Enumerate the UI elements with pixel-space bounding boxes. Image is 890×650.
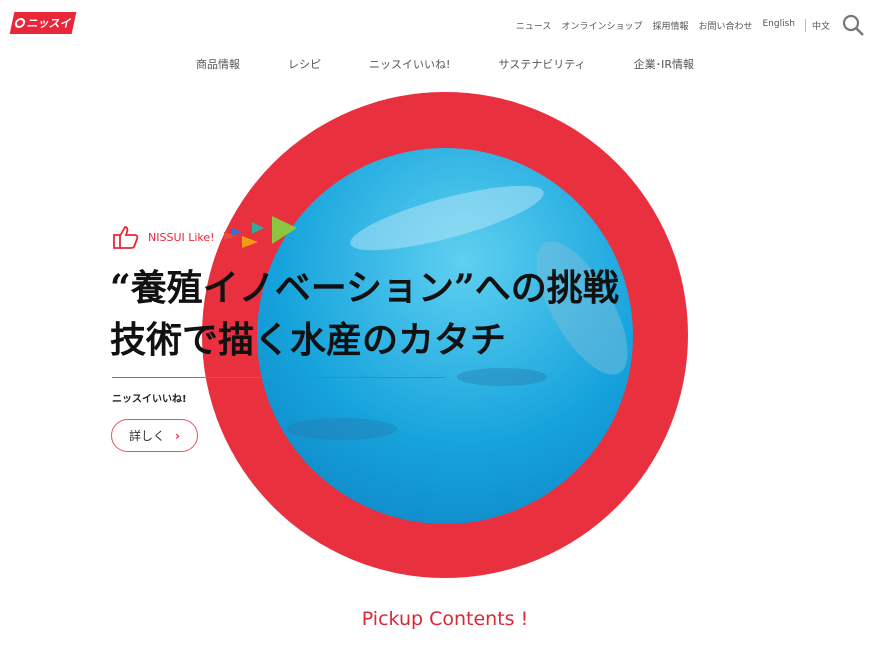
logo-text: ニッスイ bbox=[26, 17, 73, 30]
nav-recipes[interactable]: レシピ bbox=[288, 56, 321, 72]
nav-nissui-like[interactable]: ニッスイいいね! bbox=[369, 56, 450, 72]
fish-decoration-icon bbox=[224, 216, 297, 248]
thumbs-up-icon bbox=[113, 226, 139, 249]
util-news[interactable]: ニュース bbox=[516, 19, 552, 32]
hero-title-line2: 技術で描く水産のカタチ bbox=[110, 319, 507, 361]
nav-corporate-ir[interactable]: 企業･IR情報 bbox=[634, 56, 694, 72]
nav-products[interactable]: 商品情報 bbox=[196, 56, 240, 72]
search-icon[interactable] bbox=[842, 14, 864, 36]
util-english[interactable]: English bbox=[762, 19, 795, 32]
logo-mark-icon bbox=[13, 18, 26, 28]
chevron-right-icon: › bbox=[175, 428, 180, 443]
nissui-logo[interactable]: ニッスイ bbox=[9, 12, 77, 34]
pickup-heading: Pickup Contents ! bbox=[361, 608, 529, 630]
main-nav: 商品情報 レシピ ニッスイいいね! サステナビリティ 企業･IR情報 bbox=[0, 56, 890, 72]
nav-sustainability[interactable]: サステナビリティ bbox=[498, 56, 585, 72]
util-chinese[interactable]: 中文 bbox=[804, 19, 830, 32]
util-recruit[interactable]: 採用情報 bbox=[652, 19, 688, 32]
hero-category: ニッスイいいね! bbox=[112, 394, 187, 405]
hero-title[interactable]: “養殖イノベーション”への挑戦 技術で描く水産のカタチ bbox=[110, 262, 619, 366]
hero-title-line1: “養殖イノベーション”への挑戦 bbox=[110, 267, 619, 309]
badge-label: NISSUI Like! bbox=[148, 230, 215, 244]
util-online-shop[interactable]: オンラインショップ bbox=[561, 19, 642, 32]
nissui-like-badge: NISSUI Like! bbox=[112, 224, 215, 250]
more-label: 詳しく bbox=[129, 429, 166, 443]
utility-nav: ニュース オンラインショップ 採用情報 お問い合わせ English 中文 bbox=[516, 19, 830, 32]
more-button[interactable]: 詳しく › bbox=[111, 419, 198, 452]
util-contact[interactable]: お問い合わせ bbox=[698, 19, 752, 32]
title-divider bbox=[112, 377, 445, 378]
